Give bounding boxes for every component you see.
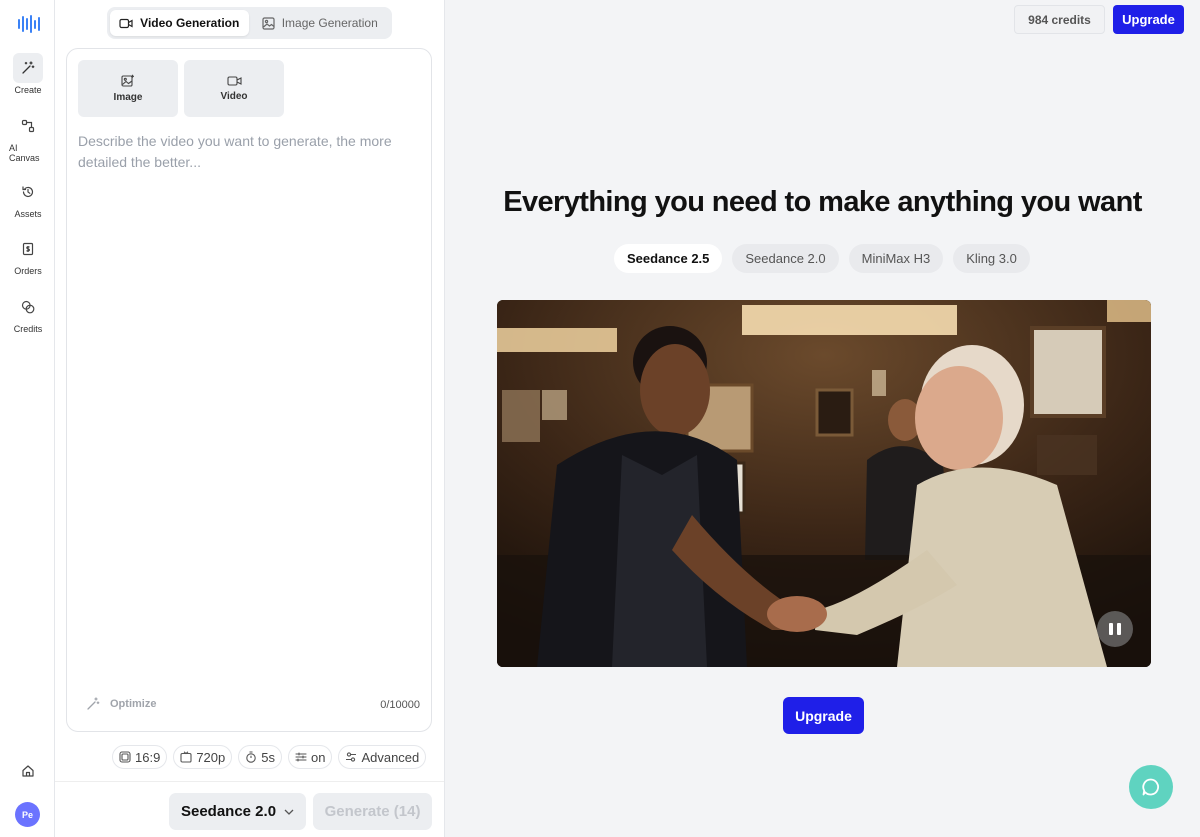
audio-value: on [310, 749, 326, 765]
audio-chip[interactable]: on [287, 745, 333, 769]
model-select-value: Seedance 2.0 [180, 803, 277, 820]
resolution-value: 720p [196, 749, 226, 765]
tab-video-generation[interactable]: Video Generation [110, 10, 249, 36]
chevron-down-icon [284, 809, 294, 815]
history-icon [13, 177, 43, 207]
generate-button[interactable]: Generate (14) [313, 793, 432, 830]
generation-panel: Video Generation Image Generation Image … [55, 0, 445, 837]
sidebar-item-ai-canvas[interactable]: AI Canvas [6, 111, 50, 163]
video-frame [497, 300, 1151, 667]
model-select[interactable]: Seedance 2.0 [169, 793, 306, 830]
sidebar-item-label: Create [14, 85, 42, 95]
timer-icon [246, 751, 256, 763]
page-title: Everything you need to make anything you… [503, 186, 1142, 218]
sidebar-item-orders[interactable]: Orders [6, 234, 50, 276]
magic-wand-icon [87, 697, 100, 710]
sidebar-item-assets[interactable]: Assets [6, 177, 50, 219]
sidebar-item-label: AI Canvas [9, 143, 40, 163]
image-add-icon [121, 74, 134, 87]
advanced-label: Advanced [361, 749, 420, 765]
panel-footer: Seedance 2.0 Generate (14) [55, 781, 444, 837]
tab-minimax-h3[interactable]: MiniMax H3 [848, 244, 944, 273]
sidebar-rail: Create AI Canvas Assets Orders Credits P… [0, 0, 55, 837]
showcase-video[interactable] [497, 300, 1151, 667]
tab-label: Image Generation [281, 16, 378, 30]
chat-support-button[interactable] [1129, 765, 1173, 809]
tab-seedance-2-0[interactable]: Seedance 2.0 [732, 244, 839, 273]
upload-image-label: Image [113, 92, 143, 103]
sidebar-item-create[interactable]: Create [6, 53, 50, 95]
prompt-input[interactable] [78, 131, 408, 331]
resolution-chip[interactable]: 720p [173, 745, 233, 769]
prompt-card: Image Video Optimize 0/10000 [66, 48, 432, 732]
advanced-settings-button[interactable]: Advanced [338, 745, 427, 769]
upload-video-button[interactable]: Video [184, 60, 284, 117]
upgrade-button[interactable]: Upgrade [783, 697, 864, 734]
sidebar-item-label: Assets [14, 209, 42, 219]
video-icon [119, 18, 133, 28]
upload-image-button[interactable]: Image [78, 60, 178, 117]
optimize-button[interactable]: Optimize [86, 697, 156, 711]
pause-icon [1109, 623, 1113, 635]
settings-icon [346, 752, 357, 762]
sidebar-item-label: Orders [14, 266, 42, 276]
tab-image-generation[interactable]: Image Generation [251, 10, 390, 36]
duration-chip[interactable]: 5s [238, 745, 282, 769]
tab-seedance-2-5[interactable]: Seedance 2.5 [614, 244, 723, 273]
receipt-icon [13, 234, 43, 264]
credits-badge[interactable]: 984 credits [1014, 5, 1105, 34]
tab-kling-3-0[interactable]: Kling 3.0 [953, 244, 1030, 273]
aspect-ratio-value: 16:9 [135, 749, 161, 765]
avatar[interactable]: Pe [15, 802, 40, 827]
aspect-ratio-icon [119, 751, 131, 763]
pause-button[interactable] [1097, 611, 1133, 647]
screen-icon [180, 751, 192, 763]
nodes-icon [13, 111, 43, 141]
coins-icon [13, 292, 43, 322]
image-icon [262, 16, 275, 30]
home-button[interactable] [6, 756, 50, 786]
character-counter: 0/10000 [380, 699, 420, 711]
sidebar-item-label: Credits [13, 324, 43, 334]
magic-wand-icon [13, 53, 43, 83]
upgrade-button-header[interactable]: Upgrade [1113, 5, 1184, 34]
tab-label: Video Generation [140, 16, 240, 30]
sliders-icon [295, 752, 307, 762]
optimize-label: Optimize [110, 698, 157, 710]
app-logo[interactable] [18, 14, 40, 34]
chat-icon [1142, 778, 1159, 796]
upload-video-label: Video [220, 91, 248, 102]
duration-value: 5s [261, 749, 275, 765]
sidebar-item-credits[interactable]: Credits [6, 292, 50, 334]
mode-tabs: Video Generation Image Generation [107, 7, 392, 39]
generation-settings: 16:9 720p 5s on Advanced [112, 745, 427, 769]
video-icon [226, 76, 242, 86]
home-icon [13, 756, 43, 786]
aspect-ratio-chip[interactable]: 16:9 [112, 745, 168, 769]
model-tabs: Seedance 2.5 Seedance 2.0 MiniMax H3 Kli… [614, 244, 1030, 273]
